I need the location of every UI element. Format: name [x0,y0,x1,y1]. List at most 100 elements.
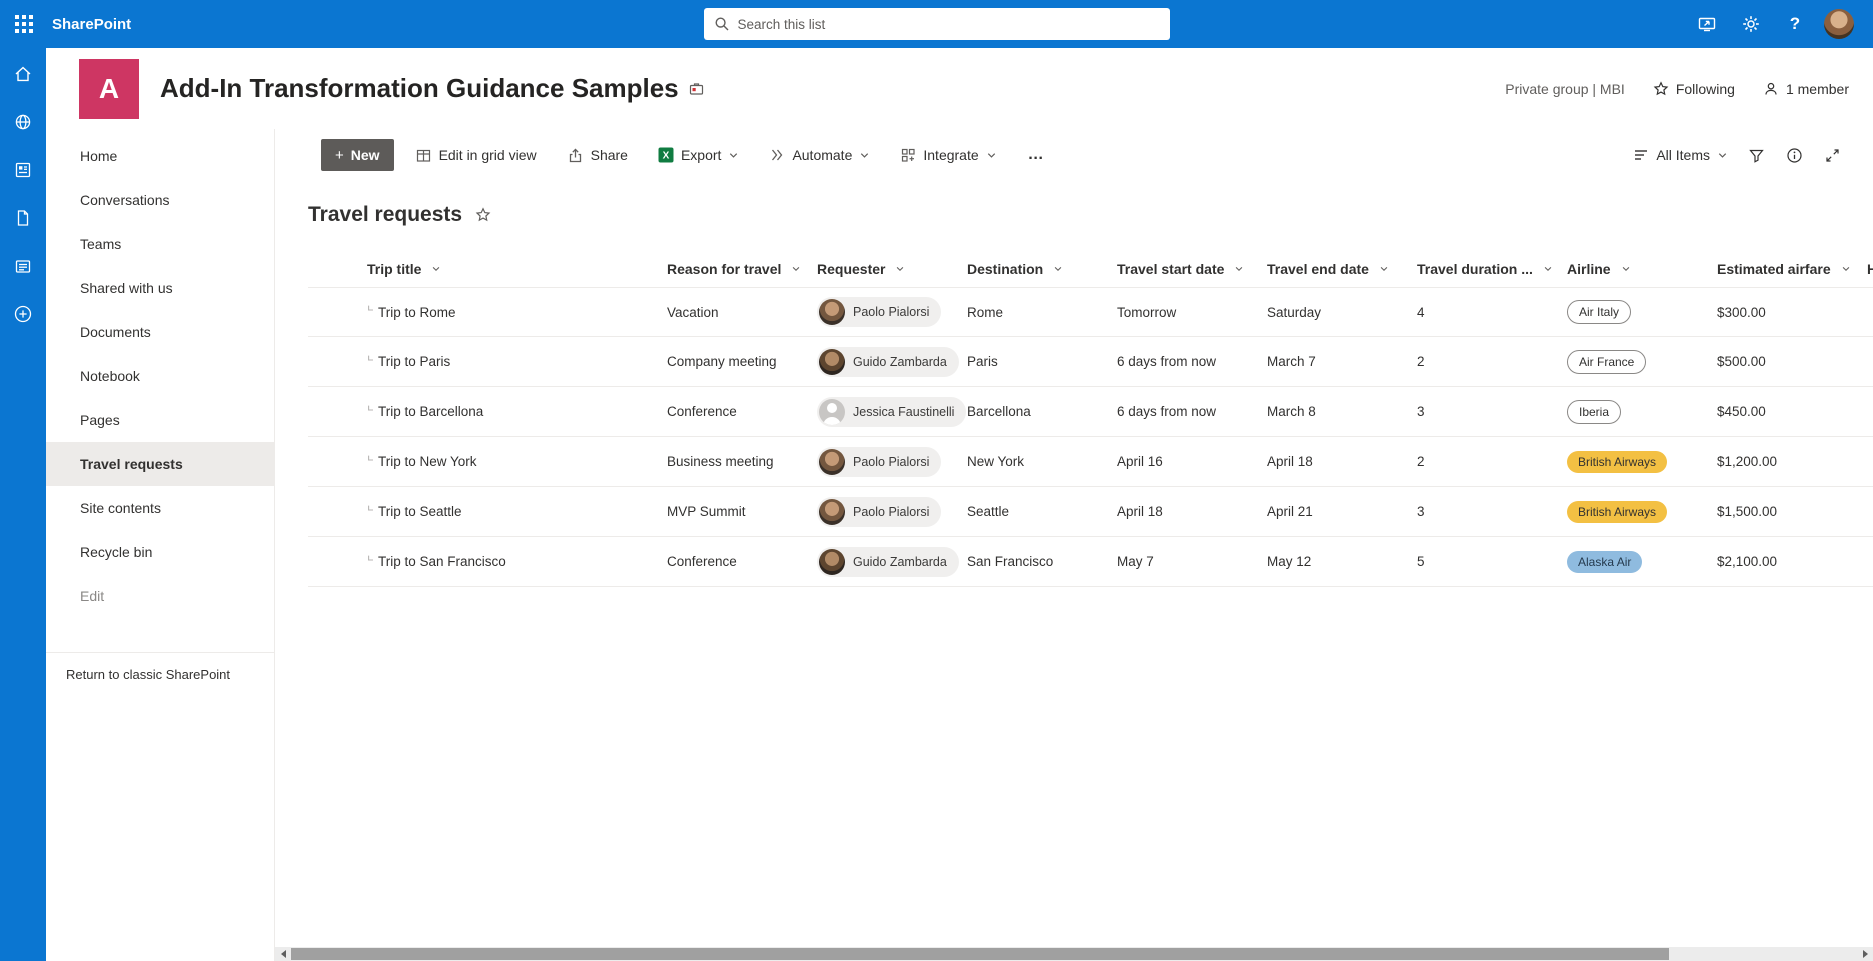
site-title[interactable]: Add-In Transformation Guidance Samples [160,73,679,104]
account-button[interactable] [1817,2,1861,46]
automate-button[interactable]: Automate [760,137,879,173]
search-box[interactable] [703,8,1170,40]
requester-pill[interactable]: Guido Zambarda [817,546,959,577]
table-row[interactable]: Trip to Barcellona Conference Jessica Fa… [308,387,1873,437]
sidebar-item-teams[interactable]: Teams [46,222,274,266]
sidebar-item-recycle-bin[interactable]: Recycle bin [46,530,274,574]
scroll-left-button[interactable] [275,947,291,961]
sidebar-item-shared-with-us[interactable]: Shared with us [46,266,274,310]
share-button[interactable]: Share [558,137,637,173]
cell-requester: Paolo Pialorsi [817,496,967,527]
scroll-right-button[interactable] [1857,947,1873,961]
details-button[interactable] [1775,137,1813,173]
sidebar-item-travel-requests[interactable]: Travel requests [46,442,274,486]
fullscreen-button[interactable] [1813,137,1851,173]
sidebar-item-pages[interactable]: Pages [46,398,274,442]
column-header-estimated-airfare[interactable]: Estimated airfare [1717,261,1867,277]
members-button[interactable]: 1 member [1763,81,1849,97]
requester-name: Guido Zambarda [853,554,947,569]
airline-pill: British Airways [1567,450,1668,473]
requester-pill[interactable]: Guido Zambarda [817,346,959,377]
cell-trip-title[interactable]: Trip to Seattle [367,504,667,519]
rail-document-button[interactable] [7,202,39,234]
horizontal-scrollbar[interactable] [275,947,1873,961]
search-input[interactable] [737,16,1160,32]
sidebar: Home Conversations Teams Shared with us Docu… [46,129,275,961]
column-header-destination[interactable]: Destination [967,261,1117,277]
requester-name: Paolo Pialorsi [853,454,930,469]
table-row[interactable]: Trip to Rome Vacation Paolo Pialorsi Rom… [308,287,1873,337]
sidebar-item-notebook[interactable]: Notebook [46,354,274,398]
return-to-classic-link[interactable]: Return to classic SharePoint [66,667,274,682]
edit-in-grid-view-button[interactable]: Edit in grid view [406,137,546,173]
cell-trip-title[interactable]: Trip to San Francisco [367,554,667,569]
sharepoint-brand-link[interactable]: SharePoint [52,16,131,33]
following-button[interactable]: Following [1653,81,1735,97]
site-logo[interactable]: A [79,58,139,119]
view-selector-button[interactable]: All Items [1624,137,1737,173]
export-button[interactable]: X Export [649,137,748,173]
table-row[interactable]: Trip to Seattle MVP Summit Paolo Pialors… [308,487,1873,537]
sidebar-item-documents[interactable]: Documents [46,310,274,354]
column-header-travel-end-date[interactable]: Travel end date [1267,261,1417,277]
new-button[interactable]: + New [321,139,394,171]
screen-share-button[interactable] [1685,2,1729,46]
table-row[interactable]: Trip to San Francisco Conference Guido Z… [308,537,1873,587]
suite-bar: SharePoint Search this list ? [0,0,1873,48]
rail-lists-button[interactable] [7,250,39,282]
row-select-spacer[interactable] [308,487,367,536]
cell-end-date: April 21 [1267,504,1313,519]
settings-button[interactable] [1729,2,1773,46]
column-header-airline[interactable]: Airline [1567,261,1717,277]
cell-duration: 5 [1417,554,1425,569]
requester-pill[interactable]: Paolo Pialorsi [817,297,942,327]
command-overflow-button[interactable]: … [1020,146,1053,164]
column-header-h[interactable]: H [1867,261,1873,277]
scrollbar-track[interactable] [291,947,1857,961]
row-select-spacer[interactable] [308,537,367,586]
favorite-star-icon[interactable] [475,207,491,223]
rail-create-button[interactable] [7,298,39,330]
help-button[interactable]: ? [1773,2,1817,46]
sidebar-item-home[interactable]: Home [46,134,274,178]
row-select-spacer[interactable] [308,437,367,486]
cell-trip-title[interactable]: Trip to New York [367,454,667,469]
sidebar-item-site-contents[interactable]: Site contents [46,486,274,530]
rail-home-button[interactable] [7,58,39,90]
cell-trip-title[interactable]: Trip to Paris [367,354,667,369]
column-chevron-icon [793,266,800,272]
scrollbar-thumb[interactable] [291,948,1670,960]
cell-start-date: 6 days from now [1117,354,1217,369]
cell-trip-title[interactable]: Trip to Rome [367,305,667,320]
row-select-spacer[interactable] [308,387,367,436]
cell-duration: 2 [1417,354,1425,369]
rail-news-button[interactable] [7,154,39,186]
column-header-trip-title[interactable]: Trip title [367,261,667,277]
column-header-reason-for-travel[interactable]: Reason for travel [667,261,817,277]
header-select-spacer[interactable] [308,251,367,287]
requester-pill[interactable]: Jessica Faustinelli [817,396,967,427]
filter-button[interactable] [1737,137,1775,173]
column-header-requester[interactable]: Requester [817,261,967,277]
table-row[interactable]: Trip to New York Business meeting Paolo … [308,437,1873,487]
row-select-spacer[interactable] [308,288,367,336]
sidebar-item-edit[interactable]: Edit [46,574,274,618]
requester-pill[interactable]: Paolo Pialorsi [817,496,942,527]
row-select-spacer[interactable] [308,337,367,386]
table-row[interactable]: Trip to Paris Company meeting Guido Zamb… [308,337,1873,387]
sidebar-nav: Home Conversations Teams Shared with us Docu… [46,134,274,618]
app-launcher-button[interactable] [0,0,48,48]
cell-reason: Company meeting [667,354,777,369]
cell-reason: Conference [667,404,737,419]
integrate-button[interactable]: Integrate [891,137,1005,173]
document-icon [17,210,29,226]
airline-pill: Air France [1567,349,1647,374]
requester-pill[interactable]: Paolo Pialorsi [817,446,942,477]
cell-destination: Seattle [967,504,1010,519]
sidebar-item-conversations[interactable]: Conversations [46,178,274,222]
column-header-travel-start-date[interactable]: Travel start date [1117,261,1267,277]
column-header-travel-duration[interactable]: Travel duration ... [1417,261,1567,277]
cell-trip-title[interactable]: Trip to Barcellona [367,404,667,419]
rail-global-button[interactable] [7,106,39,138]
cell-destination: Paris [967,354,998,369]
